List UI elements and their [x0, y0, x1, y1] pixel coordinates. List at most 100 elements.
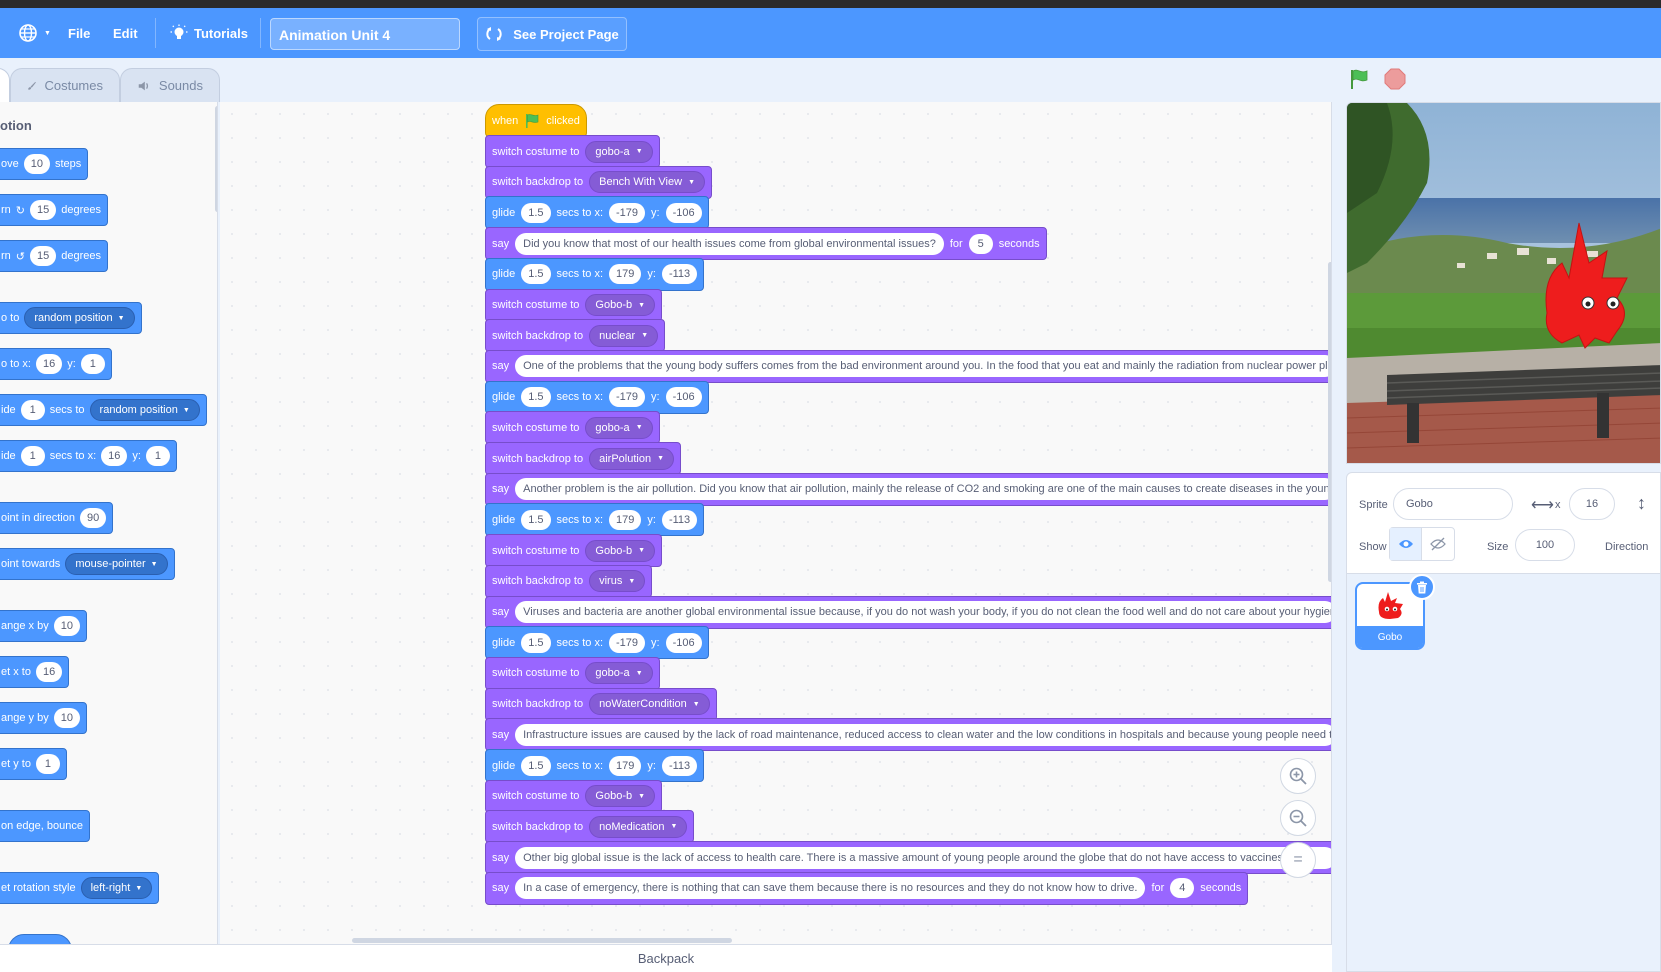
- zoom-in-button[interactable]: [1280, 758, 1316, 794]
- y-input[interactable]: -106: [665, 632, 702, 653]
- y-input[interactable]: 1: [80, 354, 105, 374]
- glide-block[interactable]: glide 1.5 secs to x: -179 y: -106: [485, 196, 709, 230]
- message-input[interactable]: In a case of emergency, there is nothing…: [515, 877, 1146, 900]
- tab-costumes[interactable]: Costumes: [10, 68, 120, 102]
- delete-sprite-button[interactable]: [1409, 574, 1435, 600]
- go-to-xy-block[interactable]: o to x: 16 y: 1: [0, 348, 112, 380]
- green-flag-icon[interactable]: [1348, 68, 1370, 90]
- point-in-direction-block[interactable]: oint in direction 90: [0, 502, 114, 534]
- glide-to-block[interactable]: ide 1 secs to random position ▼: [0, 394, 207, 426]
- turn-right-block[interactable]: rn ↻ 15 degrees: [0, 194, 109, 226]
- message-input[interactable]: Another problem is the air pollution. Di…: [515, 478, 1331, 501]
- glide-to-xy-block[interactable]: ide 1 secs to x: 16 y: 1: [0, 440, 177, 472]
- say-block[interactable]: say Viruses and bacteria are another glob…: [485, 595, 1331, 629]
- code-workspace[interactable]: when clicked switch costume to gobo-a ▼ swi…: [220, 102, 1332, 944]
- switch-backdrop-block[interactable]: switch backdrop to virus ▼: [485, 564, 653, 598]
- y-input[interactable]: -113: [661, 755, 698, 776]
- say-block[interactable]: say Another problem is the air pollution.…: [485, 472, 1331, 506]
- zoom-reset-button[interactable]: =: [1280, 842, 1316, 878]
- steps-input[interactable]: 10: [23, 154, 50, 174]
- message-input[interactable]: Infrastructure issues are caused by the …: [515, 723, 1331, 746]
- set-rotation-style-block[interactable]: et rotation style left-right ▼: [0, 872, 160, 904]
- edit-menu[interactable]: Edit: [113, 8, 138, 58]
- message-input[interactable]: Viruses and bacteria are another global …: [515, 601, 1331, 623]
- set-y-block[interactable]: et y to 1: [0, 748, 67, 780]
- secs-input[interactable]: 1.5: [521, 387, 551, 408]
- secs-input[interactable]: 1.5: [521, 264, 551, 285]
- say-for-secs-block[interactable]: say Did you know that most of our health …: [485, 227, 1047, 261]
- x-input[interactable]: -179: [609, 387, 646, 408]
- x-input[interactable]: 16: [101, 446, 128, 466]
- tutorials-button[interactable]: Tutorials: [170, 8, 248, 58]
- glide-block[interactable]: glide 1.5 secs to x: 179 y: -113: [485, 257, 705, 291]
- x-input[interactable]: -179: [609, 632, 646, 653]
- secs-input[interactable]: 1.5: [521, 202, 551, 223]
- x-value-input[interactable]: 16: [35, 662, 63, 682]
- direction-input[interactable]: 90: [80, 508, 107, 528]
- secs-input[interactable]: 1: [20, 400, 45, 420]
- stage[interactable]: [1346, 102, 1661, 464]
- degrees-input[interactable]: 15: [30, 200, 57, 220]
- backpack-bar[interactable]: Backpack: [0, 944, 1332, 972]
- target-dropdown[interactable]: mouse-pointer ▼: [65, 553, 168, 575]
- switch-costume-block[interactable]: switch costume to gobo-a ▼: [485, 135, 660, 168]
- switch-backdrop-block[interactable]: switch backdrop to noMedication ▼: [485, 810, 695, 844]
- y-input[interactable]: -106: [665, 387, 702, 408]
- glide-block[interactable]: glide 1.5 secs to x: -179 y: -106: [485, 626, 709, 660]
- palette-scrollbar[interactable]: [215, 106, 217, 212]
- zoom-out-button[interactable]: [1280, 800, 1316, 836]
- say-block[interactable]: say Infrastructure issues are caused by t…: [485, 718, 1331, 752]
- secs-input[interactable]: 1.5: [521, 632, 551, 653]
- backdrop-dropdown[interactable]: noWaterCondition ▼: [589, 693, 710, 716]
- message-input[interactable]: Other big global issue is the lack of ac…: [515, 846, 1331, 869]
- backdrop-dropdown[interactable]: airPolution ▼: [589, 447, 675, 470]
- x-input[interactable]: 16: [35, 354, 63, 374]
- switch-costume-block[interactable]: switch costume to Gobo-b ▼: [485, 779, 663, 813]
- x-input[interactable]: 179: [609, 755, 642, 776]
- move-steps-block[interactable]: ove 10 steps: [0, 148, 89, 180]
- y-change-input[interactable]: 10: [53, 708, 80, 728]
- degrees-input[interactable]: 15: [30, 246, 57, 266]
- switch-costume-block[interactable]: switch costume to Gobo-b ▼: [485, 534, 663, 568]
- workspace-vertical-scrollbar[interactable]: [1328, 262, 1331, 582]
- go-to-block[interactable]: o to random position ▼: [0, 302, 142, 334]
- show-visible-button[interactable]: [1390, 528, 1423, 560]
- see-project-page-button[interactable]: See Project Page: [477, 17, 627, 51]
- backdrop-dropdown[interactable]: nuclear ▼: [589, 324, 659, 347]
- show-hidden-button[interactable]: [1422, 528, 1454, 560]
- set-x-block[interactable]: et x to 16: [0, 656, 70, 688]
- glide-block[interactable]: glide 1.5 secs to x: 179 y: -113: [485, 503, 705, 537]
- secs-input[interactable]: 4: [1170, 878, 1195, 899]
- switch-backdrop-block[interactable]: switch backdrop to airPolution ▼: [485, 442, 682, 475]
- costume-dropdown[interactable]: gobo-a ▼: [585, 662, 653, 685]
- say-block[interactable]: say One of the problems that the young bo…: [485, 349, 1331, 383]
- secs-input[interactable]: 1.5: [521, 509, 551, 530]
- glide-block[interactable]: glide 1.5 secs to x: -179 y: -106: [485, 380, 709, 414]
- backdrop-dropdown[interactable]: noMedication ▼: [589, 815, 688, 838]
- change-y-block[interactable]: ange y by 10: [0, 702, 87, 734]
- turn-left-block[interactable]: rn ↺ 15 degrees: [0, 240, 109, 272]
- rotation-style-dropdown[interactable]: left-right ▼: [80, 877, 153, 899]
- backdrop-dropdown[interactable]: Bench With View ▼: [589, 171, 705, 194]
- secs-input[interactable]: 1.5: [521, 755, 551, 776]
- backdrop-dropdown[interactable]: virus ▼: [589, 570, 646, 593]
- reporter-block[interactable]: [8, 934, 72, 944]
- costume-dropdown[interactable]: Gobo-b ▼: [585, 539, 656, 562]
- bounce-block[interactable]: on edge, bounce: [0, 810, 90, 842]
- y-input[interactable]: -113: [661, 264, 698, 285]
- switch-backdrop-block[interactable]: switch backdrop to noWaterCondition ▼: [485, 687, 717, 721]
- secs-input[interactable]: 5: [968, 233, 993, 254]
- secs-input[interactable]: 1: [20, 446, 45, 466]
- y-input[interactable]: -106: [665, 202, 702, 223]
- workspace-horizontal-scrollbar[interactable]: [352, 938, 732, 943]
- switch-backdrop-block[interactable]: switch backdrop to nuclear ▼: [485, 319, 666, 353]
- project-title-input[interactable]: Animation Unit 4: [270, 18, 460, 50]
- x-input[interactable]: -179: [609, 202, 646, 223]
- costume-dropdown[interactable]: gobo-a ▼: [585, 140, 653, 163]
- say-block[interactable]: say Other big global issue is the lack of…: [485, 841, 1331, 875]
- position-dropdown[interactable]: random position ▼: [89, 399, 200, 421]
- tab-code[interactable]: [0, 68, 10, 102]
- message-input[interactable]: One of the problems that the young body …: [515, 355, 1331, 378]
- point-towards-block[interactable]: oint towards mouse-pointer ▼: [0, 548, 175, 580]
- switch-backdrop-block[interactable]: switch backdrop to Bench With View ▼: [485, 165, 712, 199]
